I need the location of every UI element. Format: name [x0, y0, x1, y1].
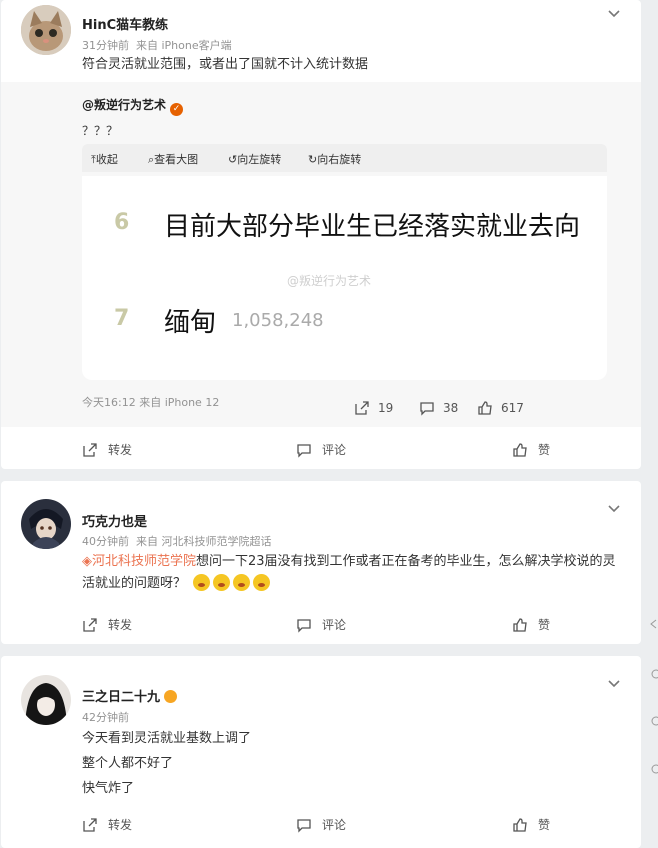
crying-emoji-icon: [193, 574, 211, 591]
share-icon: [83, 617, 97, 632]
thumbs-up-icon: [513, 817, 527, 832]
avatar[interactable]: [21, 675, 71, 725]
partial-edge-icon: [648, 712, 658, 726]
timestamp: 40分钟前: [82, 535, 129, 548]
forward-button[interactable]: 转发: [82, 616, 132, 633]
repost-share-button[interactable]: 19: [354, 400, 393, 416]
partial-edge-icon: [648, 615, 658, 629]
chevron-down-icon[interactable]: [607, 4, 621, 18]
username[interactable]: 三之日二十九: [82, 686, 178, 705]
comment-icon: [420, 402, 434, 416]
comment-meta: 31分钟前 来自 iPhone客户端: [82, 37, 232, 53]
comment-icon: [297, 618, 311, 633]
repost-text: ？？？: [82, 124, 119, 138]
comment-text: 今天看到灵活就业基数上调了 整个人都不好了 快气炸了: [82, 726, 251, 801]
repost-like-button[interactable]: 617: [477, 400, 524, 416]
like-button[interactable]: 赞: [512, 441, 550, 458]
like-button[interactable]: 赞: [512, 816, 550, 833]
username[interactable]: HinC猫车教练: [82, 14, 168, 33]
share-icon: [83, 442, 97, 457]
crying-emoji-icon: [213, 574, 231, 591]
forward-button[interactable]: 转发: [82, 816, 132, 833]
hot-rank: 7: [114, 306, 130, 331]
verified-badge-icon: ✓: [170, 103, 184, 116]
share-icon: [83, 817, 97, 832]
crying-emoji-icon: [253, 574, 271, 591]
hot-title: 目前大部分毕业生已经落实就业去向: [164, 212, 581, 242]
hot-title: 缅甸: [164, 308, 217, 338]
comment-card: 巧克力也是 40分钟前 来自 河北科技师范学院超话 ◈河北科技师范学院想问一下2…: [1, 481, 641, 644]
repost-author[interactable]: @叛逆行为艺术 ✓: [82, 96, 184, 116]
forward-button[interactable]: 转发: [82, 441, 132, 458]
comment-button[interactable]: 评论: [296, 616, 346, 633]
comment-meta: 40分钟前 来自 河北科技师范学院超话: [82, 533, 272, 549]
comment-line: 整个人都不好了: [82, 756, 174, 771]
comment-icon: [297, 443, 311, 458]
topic-link[interactable]: ◈河北科技师范学院: [82, 554, 196, 569]
source[interactable]: 来自 河北科技师范学院超话: [136, 535, 272, 548]
hot-rank: 6: [114, 210, 130, 235]
comment-button[interactable]: 评论: [296, 816, 346, 833]
like-button[interactable]: 赞: [512, 616, 550, 633]
rotate-left-button[interactable]: ↺向左旋转: [228, 151, 281, 167]
comment-card: HinC猫车教练 31分钟前 来自 iPhone客户端 符合灵活就业范围，或者出…: [1, 0, 641, 469]
fan-badge-icon: [164, 690, 178, 703]
partial-edge-icon: [648, 760, 658, 774]
comment-card: 三之日二十九 42分钟前 今天看到灵活就业基数上调了 整个人都不好了 快气炸了 …: [1, 656, 641, 848]
chevron-down-icon[interactable]: [607, 674, 621, 688]
repost-box: @叛逆行为艺术 ✓ ？？？ ⤒收起 ⌕查看大图 ↺向左旋转 ↻向右旋转 6 目前大…: [1, 82, 641, 427]
avatar[interactable]: [21, 499, 71, 549]
comment-text: 符合灵活就业范围，或者出了国就不计入统计数据: [82, 57, 369, 72]
comment-icon: [297, 818, 311, 833]
hot-count: 1,058,248: [232, 310, 324, 331]
comment-line: 今天看到灵活就业基数上调了: [82, 731, 252, 746]
image-toolbar: ⤒收起 ⌕查看大图 ↺向左旋转 ↻向右旋转: [82, 144, 607, 172]
collapse-button[interactable]: ⤒收起: [91, 151, 118, 167]
username[interactable]: 巧克力也是: [82, 511, 147, 530]
thumbs-up-icon: [478, 401, 492, 415]
repost-comment-button[interactable]: 38: [419, 400, 458, 416]
comment-feed: HinC猫车教练 31分钟前 来自 iPhone客户端 符合灵活就业范围，或者出…: [0, 0, 658, 848]
comment-button[interactable]: 评论: [296, 441, 346, 458]
watermark: @叛逆行为艺术: [287, 274, 372, 288]
comment-text: ◈河北科技师范学院想问一下23届没有找到工作或者正在备考的毕业生，怎么解决学校说…: [82, 554, 616, 591]
crying-emoji-icon: [233, 574, 251, 591]
repost-image[interactable]: 6 目前大部分毕业生已经落实就业去向 @叛逆行为艺术 7 缅甸 1,058,24…: [82, 176, 607, 380]
partial-edge-icon: [648, 665, 658, 679]
rotate-right-button[interactable]: ↻向右旋转: [308, 151, 361, 167]
avatar[interactable]: [21, 5, 71, 55]
comment-line: 快气炸了: [82, 781, 135, 796]
thumbs-up-icon: [513, 442, 527, 457]
timestamp: 31分钟前: [82, 39, 129, 52]
share-icon: [355, 401, 369, 415]
repost-footer: 今天16:12 来自 iPhone 12: [82, 396, 220, 409]
source: 来自 iPhone客户端: [136, 39, 232, 52]
thumbs-up-icon: [513, 617, 527, 632]
view-large-button[interactable]: ⌕查看大图: [148, 151, 198, 167]
timestamp: 42分钟前: [82, 711, 129, 724]
chevron-down-icon[interactable]: [607, 499, 621, 513]
